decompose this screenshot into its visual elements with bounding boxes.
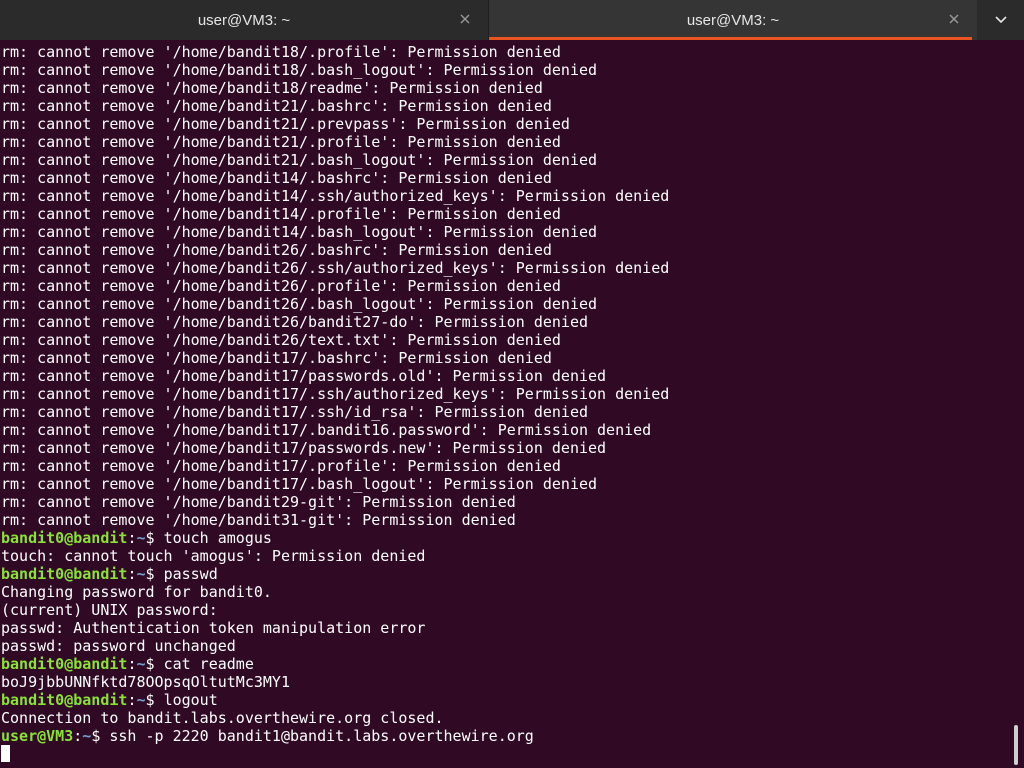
output-line: rm: cannot remove '/home/bandit14/.bashr… — [1, 169, 552, 187]
prompt-symbol: $ — [145, 565, 164, 583]
output-line: rm: cannot remove '/home/bandit26/.bashr… — [1, 241, 552, 259]
prompt-symbol: $ — [145, 691, 164, 709]
prompt-line: user@VM3:~$ ssh -p 2220 bandit1@bandit.l… — [1, 727, 1011, 745]
output-line: rm: cannot remove '/home/bandit17/.ssh/i… — [1, 403, 588, 421]
prompt-user: user@VM3 — [1, 727, 74, 745]
prompt-user: bandit0@bandit — [1, 655, 128, 673]
prompt-symbol: $ — [145, 655, 164, 673]
output-line: passwd: Authentication token manipulatio… — [1, 619, 426, 637]
terminal-output[interactable]: rm: cannot remove '/home/bandit18/.profi… — [0, 43, 1011, 768]
prompt-line: bandit0@bandit:~$ touch amogus — [1, 529, 1011, 547]
output-line: rm: cannot remove '/home/bandit31-git': … — [1, 511, 516, 529]
output-line: Changing password for bandit0. — [1, 583, 272, 601]
output-line: touch: cannot touch 'amogus': Permission… — [1, 547, 426, 565]
cursor-line — [1, 745, 1011, 763]
tabs-menu-button[interactable] — [977, 0, 1024, 40]
output-line: rm: cannot remove '/home/bandit21/.bashr… — [1, 97, 552, 115]
prompt-user: bandit0@bandit — [1, 691, 128, 709]
terminal-window: user@VM3: ~ user@VM3: ~ rm: cannot remov… — [0, 0, 1024, 768]
prompt-separator: : — [73, 727, 83, 745]
output-line: rm: cannot remove '/home/bandit17/.profi… — [1, 457, 561, 475]
output-line: rm: cannot remove '/home/bandit26/.bash_… — [1, 295, 598, 313]
output-line: rm: cannot remove '/home/bandit14/.bash_… — [1, 223, 598, 241]
tab-1[interactable]: user@VM3: ~ — [0, 0, 488, 40]
command-text: logout — [163, 691, 218, 709]
scrollbar[interactable] — [1014, 725, 1018, 765]
prompt-line: bandit0@bandit:~$ logout — [1, 691, 1011, 709]
output-line: rm: cannot remove '/home/bandit17/passwo… — [1, 367, 607, 385]
prompt-user: bandit0@bandit — [1, 565, 128, 583]
output-line: rm: cannot remove '/home/bandit17/.ssh/a… — [1, 385, 670, 403]
command-text: passwd — [163, 565, 218, 583]
output-line: passwd: password unchanged — [1, 637, 236, 655]
output-line: (current) UNIX password: — [1, 601, 218, 619]
output-line: rm: cannot remove '/home/bandit14/.ssh/a… — [1, 187, 670, 205]
output-line: rm: cannot remove '/home/bandit17/.bashr… — [1, 349, 552, 367]
prompt-path: ~ — [136, 565, 146, 583]
output-line: rm: cannot remove '/home/bandit17/.bash_… — [1, 475, 598, 493]
output-line: rm: cannot remove '/home/bandit21/.profi… — [1, 133, 561, 151]
prompt-path: ~ — [82, 727, 92, 745]
output-line: rm: cannot remove '/home/bandit26/.ssh/a… — [1, 259, 670, 277]
chevron-down-icon — [994, 11, 1007, 29]
output-line: rm: cannot remove '/home/bandit18/.bash_… — [1, 61, 598, 79]
output-line: rm: cannot remove '/home/bandit17/passwo… — [1, 439, 607, 457]
output-line: Connection to bandit.labs.overthewire.or… — [1, 709, 444, 727]
output-line: rm: cannot remove '/home/bandit21/.bash_… — [1, 151, 598, 169]
prompt-symbol: $ — [145, 529, 164, 547]
output-line: rm: cannot remove '/home/bandit26/bandit… — [1, 313, 588, 331]
output-line: boJ9jbbUNNfktd78OOpsqOltutMc3MY1 — [1, 673, 290, 691]
prompt-line: bandit0@bandit:~$ passwd — [1, 565, 1011, 583]
output-line: rm: cannot remove '/home/bandit26/.profi… — [1, 277, 561, 295]
output-line: rm: cannot remove '/home/bandit18/readme… — [1, 79, 543, 97]
output-line: rm: cannot remove '/home/bandit26/text.t… — [1, 331, 561, 349]
command-text: touch amogus — [163, 529, 272, 547]
text-cursor — [1, 745, 10, 762]
output-line: rm: cannot remove '/home/bandit14/.profi… — [1, 205, 561, 223]
close-icon[interactable] — [947, 12, 961, 26]
output-line: rm: cannot remove '/home/bandit18/.profi… — [1, 43, 561, 61]
output-line: rm: cannot remove '/home/bandit21/.prevp… — [1, 115, 570, 133]
tab-title: user@VM3: ~ — [197, 11, 291, 29]
close-icon[interactable] — [458, 12, 472, 26]
tab-title: user@VM3: ~ — [686, 11, 780, 29]
command-text: cat readme — [163, 655, 254, 673]
prompt-symbol: $ — [91, 727, 110, 745]
prompt-path: ~ — [136, 529, 146, 547]
output-line: rm: cannot remove '/home/bandit17/.bandi… — [1, 421, 652, 439]
tab-2[interactable]: user@VM3: ~ — [489, 0, 977, 40]
prompt-path: ~ — [136, 691, 146, 709]
command-text: ssh -p 2220 bandit1@bandit.labs.overthew… — [109, 727, 534, 745]
tab-bar: user@VM3: ~ user@VM3: ~ — [0, 0, 1024, 40]
output-line: rm: cannot remove '/home/bandit29-git': … — [1, 493, 516, 511]
prompt-path: ~ — [136, 655, 146, 673]
prompt-line: bandit0@bandit:~$ cat readme — [1, 655, 1011, 673]
prompt-user: bandit0@bandit — [1, 529, 128, 547]
